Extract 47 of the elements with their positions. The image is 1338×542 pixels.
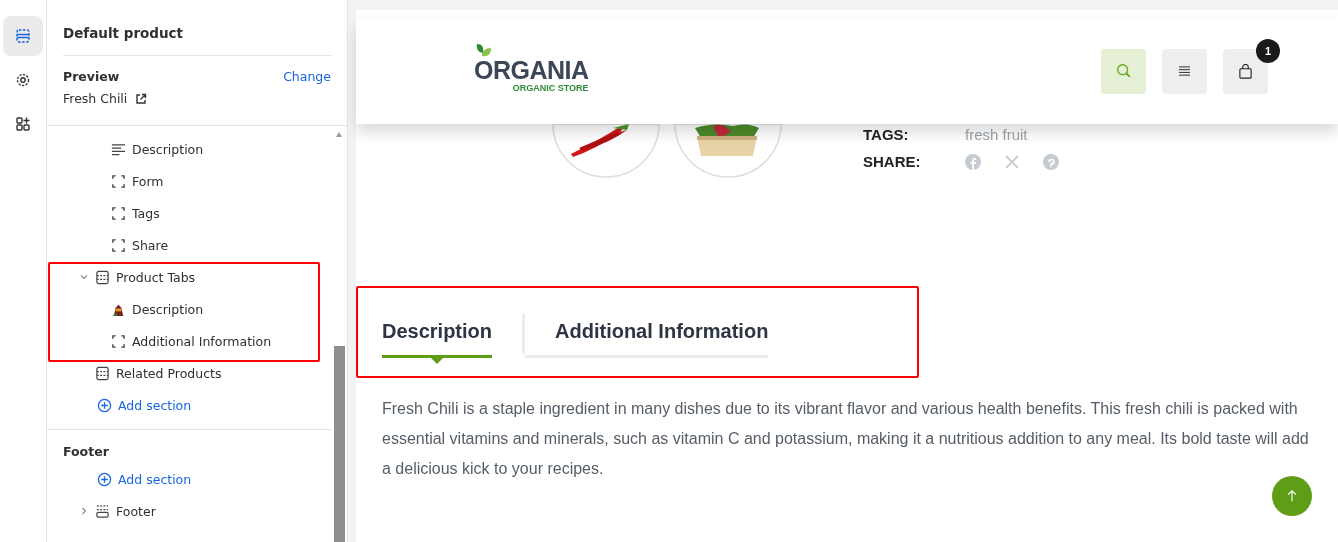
scrollbar-thumb[interactable] (334, 346, 345, 542)
cart-count-badge: 1 (1256, 38, 1280, 63)
meta-label: TAGS: (863, 126, 910, 143)
text-lines-icon (111, 141, 126, 157)
external-link-icon[interactable] (135, 92, 148, 105)
apps-icon (15, 116, 31, 132)
sections-rail-button[interactable] (3, 16, 43, 56)
chevron-right-icon[interactable] (79, 506, 89, 516)
tree-item[interactable]: Description (132, 301, 204, 317)
change-link[interactable]: Change (283, 69, 331, 84)
tree-item[interactable]: Footer (116, 503, 156, 519)
add-icon (97, 471, 112, 487)
add-icon (97, 397, 112, 413)
chevron-down-icon[interactable] (79, 272, 89, 282)
tree-item[interactable]: Form (132, 173, 164, 189)
product-description: Fresh Chili is a staple ingredient in many dishes due to its vibrant flavor and various health benefits. This fresh chili is packed with essential vitamins and minerals, such as vitamin C and potassium, making it a nutritious addition to any meal. Its bold taste will add a delicious kick to your recipes. (382, 399, 1310, 479)
product-tab[interactable]: Additional Information (525, 314, 769, 358)
tree-item[interactable]: Additional Information (132, 333, 272, 349)
meta-label: SHARE: (863, 153, 922, 170)
scroll-up-icon[interactable] (336, 132, 342, 137)
tree-item[interactable]: Share (132, 237, 169, 253)
search-icon (1114, 62, 1133, 80)
tree-item[interactable]: Tags (132, 205, 160, 221)
back-to-top-button[interactable] (1272, 476, 1312, 516)
add-section-button[interactable]: Add section (47, 463, 200, 495)
product-tab[interactable]: Description (382, 314, 493, 358)
preview-product: Fresh Chili (63, 91, 128, 106)
footer-icon (95, 503, 110, 519)
preview-label: Preview (63, 69, 120, 84)
section-icon (95, 269, 110, 285)
footer-heading: Footer (62, 443, 110, 461)
settings-icon (15, 72, 31, 88)
active-tab-pointer (431, 358, 443, 364)
store-tagline: ORGANIC STORE (512, 82, 589, 93)
search-button[interactable] (1101, 48, 1146, 94)
sections-icon (15, 28, 31, 44)
tree-item[interactable]: Description (132, 141, 204, 157)
add-section-button[interactable]: Add section (47, 389, 200, 421)
tree-item[interactable]: Product Tabs (116, 269, 196, 285)
menu-button[interactable] (1162, 48, 1207, 94)
store-logo[interactable]: ORGANIA (474, 57, 589, 83)
tree-item[interactable]: Related Products (116, 365, 222, 381)
shopping-bag-icon (1238, 63, 1253, 79)
panel-title: Default product (63, 0, 331, 56)
section-icon (95, 365, 110, 381)
menu-icon (1178, 65, 1191, 77)
arrow-up-icon (1285, 489, 1299, 503)
